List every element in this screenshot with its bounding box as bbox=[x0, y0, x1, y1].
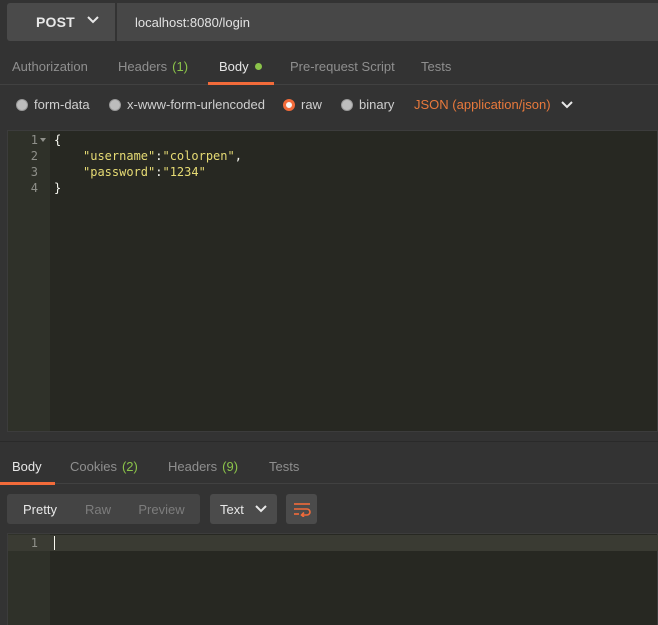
tab-label: Headers bbox=[118, 58, 168, 74]
code-line: 4 } bbox=[8, 180, 658, 196]
json-key: "username" bbox=[83, 149, 156, 163]
method-select[interactable]: POST bbox=[7, 3, 115, 41]
tab-label: Body bbox=[219, 58, 249, 74]
modified-dot-icon bbox=[254, 62, 262, 70]
tab-headers[interactable]: Headers (1) bbox=[118, 48, 188, 84]
json-value: "colorpen" bbox=[162, 149, 235, 163]
body-type-selector: form-data x-www-form-urlencoded raw bina… bbox=[0, 85, 658, 125]
request-tabs: Authorization Headers (1) Body Pre-reque… bbox=[0, 48, 658, 85]
request-url-bar: POST localhost:8080/login bbox=[0, 0, 658, 48]
radio-button[interactable] bbox=[109, 98, 121, 111]
section-divider bbox=[0, 441, 658, 442]
code-line: 1 bbox=[8, 535, 658, 551]
radio-label: x-www-form-urlencoded bbox=[127, 97, 265, 112]
tab-label: Cookies bbox=[70, 458, 117, 474]
json-key: "password" bbox=[83, 165, 156, 179]
code-text: { bbox=[54, 133, 62, 147]
tab-count: (1) bbox=[172, 58, 189, 74]
tab-label: Body bbox=[12, 458, 42, 474]
radio-label: raw bbox=[301, 97, 322, 112]
tab-tests[interactable]: Tests bbox=[421, 48, 451, 84]
line-number: 4 bbox=[30, 181, 38, 195]
code-line: 3 "password":"1234" bbox=[8, 164, 658, 180]
code-text: "username":"colorpen", bbox=[83, 149, 242, 163]
radio-x-www-form-urlencoded[interactable]: x-www-form-urlencoded bbox=[109, 97, 265, 112]
request-body-editor[interactable]: 1 { 2 "username":"colorpen", 3 "password… bbox=[7, 130, 658, 432]
code-line: 2 "username":"colorpen", bbox=[8, 148, 658, 164]
code-line: 1 { bbox=[8, 132, 658, 148]
view-raw-button[interactable]: Raw bbox=[73, 494, 123, 524]
radio-raw[interactable]: raw bbox=[283, 97, 322, 112]
method-label: POST bbox=[36, 14, 75, 30]
button-label: Raw bbox=[84, 501, 111, 517]
button-label: Preview bbox=[138, 501, 185, 517]
format-label: Text bbox=[220, 501, 244, 517]
radio-form-data[interactable]: form-data bbox=[16, 97, 90, 112]
radio-label: binary bbox=[359, 97, 395, 112]
radio-button[interactable] bbox=[283, 98, 295, 111]
chevron-down-icon bbox=[255, 505, 267, 513]
fold-arrow-icon[interactable] bbox=[40, 138, 46, 142]
tab-authorization[interactable]: Authorization bbox=[12, 48, 88, 84]
line-number: 1 bbox=[30, 133, 38, 147]
tab-response-tests[interactable]: Tests bbox=[269, 448, 299, 484]
radio-binary[interactable]: binary bbox=[341, 97, 394, 112]
radio-button[interactable] bbox=[16, 98, 28, 111]
chevron-down-icon bbox=[87, 16, 99, 24]
line-number: 3 bbox=[30, 165, 38, 179]
tab-response-headers[interactable]: Headers (9) bbox=[168, 448, 238, 484]
tab-cookies[interactable]: Cookies (2) bbox=[70, 448, 138, 484]
tab-label: Authorization bbox=[12, 58, 88, 74]
radio-label: form-data bbox=[34, 97, 90, 112]
view-pretty-button[interactable]: Pretty bbox=[7, 494, 73, 524]
button-label: Pretty bbox=[23, 501, 57, 517]
code-text: "password":"1234" bbox=[83, 165, 206, 179]
tab-body[interactable]: Body bbox=[208, 48, 274, 85]
line-number: 2 bbox=[30, 149, 38, 163]
wrap-lines-icon bbox=[293, 503, 311, 517]
tab-label: Tests bbox=[269, 458, 300, 474]
content-type-label: JSON (application/json) bbox=[414, 97, 551, 112]
response-toolbar: Pretty Raw Preview Text bbox=[0, 494, 658, 524]
response-body-viewer[interactable]: 1 bbox=[7, 533, 658, 625]
tab-response-body[interactable]: Body bbox=[0, 448, 55, 485]
tab-label: Headers bbox=[168, 458, 218, 474]
tab-count: (9) bbox=[222, 458, 239, 474]
line-number: 1 bbox=[30, 536, 38, 550]
code-text: } bbox=[54, 181, 62, 195]
url-input[interactable]: localhost:8080/login bbox=[117, 3, 658, 41]
url-text: localhost:8080/login bbox=[135, 14, 250, 30]
text-cursor bbox=[54, 536, 55, 550]
response-tabs: Body Cookies (2) Headers (9) Tests bbox=[0, 448, 658, 485]
tab-label: Pre-request Script bbox=[290, 58, 395, 74]
json-value: "1234" bbox=[162, 165, 206, 179]
tab-label: Tests bbox=[421, 58, 452, 74]
view-mode-selector: Pretty Raw Preview bbox=[7, 494, 200, 524]
radio-button[interactable] bbox=[341, 98, 353, 111]
view-preview-button[interactable]: Preview bbox=[123, 494, 200, 524]
response-format-select[interactable]: Text bbox=[210, 494, 277, 524]
tab-pre-request-script[interactable]: Pre-request Script bbox=[290, 48, 395, 84]
chevron-down-icon bbox=[560, 100, 573, 108]
content-type-dropdown[interactable]: JSON (application/json) bbox=[414, 97, 573, 112]
tab-count: (2) bbox=[121, 458, 138, 474]
wrap-lines-button[interactable] bbox=[286, 494, 317, 524]
